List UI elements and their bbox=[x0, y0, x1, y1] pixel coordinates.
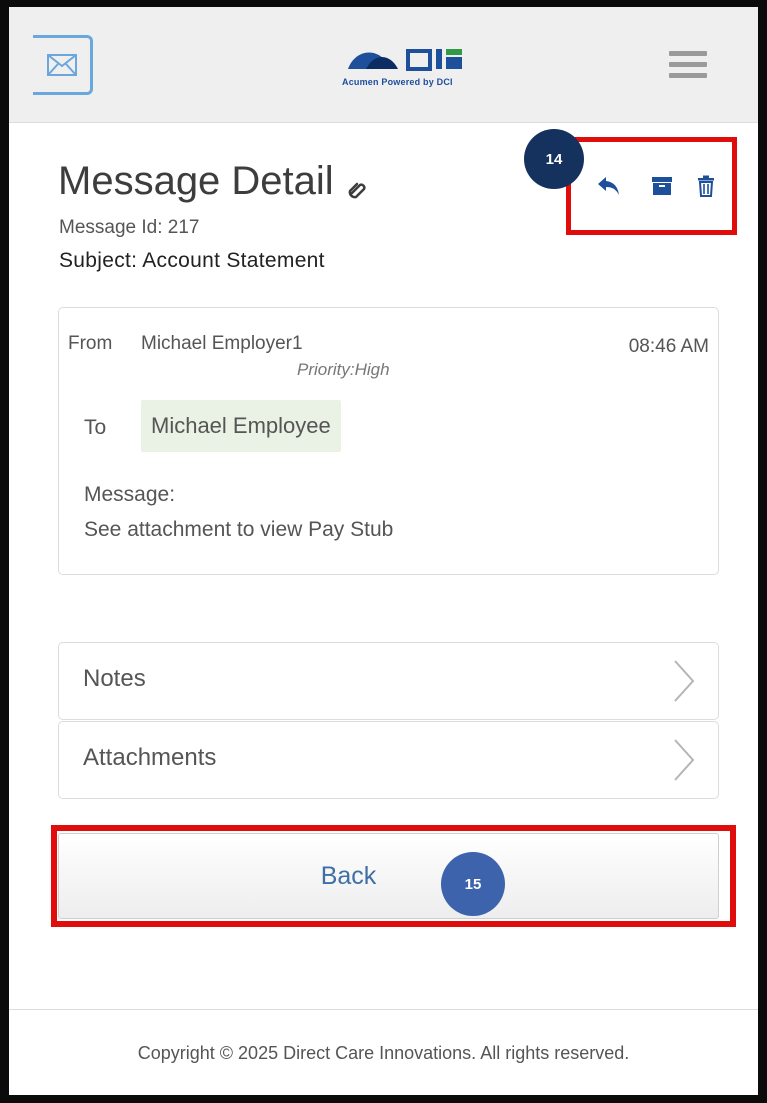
paperclip-icon bbox=[348, 182, 366, 199]
priority-label: Priority:High bbox=[297, 360, 390, 379]
phone-frame: Acumen Powered by DCI Message Detail Mes… bbox=[0, 0, 767, 1103]
hamburger-menu-icon[interactable] bbox=[669, 51, 707, 79]
to-label: To bbox=[84, 416, 107, 439]
step-badge-14: 14 bbox=[524, 129, 584, 189]
copyright-text: Copyright © 2025 Direct Care Innovations… bbox=[137, 1043, 630, 1063]
page-footer: Copyright © 2025 Direct Care Innovations… bbox=[9, 1009, 758, 1096]
attachments-label: Attachments bbox=[83, 744, 217, 771]
reply-icon[interactable] bbox=[596, 175, 622, 197]
logo-tagline: Acumen Powered by DCI bbox=[342, 77, 453, 87]
back-button-label: Back bbox=[320, 861, 377, 890]
recipient-chip: Michael Employee bbox=[141, 400, 341, 452]
logo-mark bbox=[348, 49, 462, 71]
from-name: Michael Employer1 bbox=[141, 333, 303, 354]
from-label: From bbox=[68, 333, 113, 354]
page-title: Message Detail bbox=[58, 159, 334, 203]
notes-row[interactable]: Notes bbox=[58, 642, 719, 720]
trash-icon[interactable] bbox=[696, 175, 716, 197]
chevron-right-icon bbox=[674, 739, 695, 781]
message-label: Message: bbox=[84, 483, 176, 506]
message-subject: Subject: Account Statement bbox=[59, 249, 325, 272]
app-header: Acumen Powered by DCI bbox=[9, 7, 758, 123]
company-logo[interactable]: Acumen Powered by DCI bbox=[342, 43, 482, 95]
message-card: From Michael Employer1 Priority:High 08:… bbox=[58, 307, 719, 575]
mail-button[interactable] bbox=[33, 35, 93, 95]
message-body: See attachment to view Pay Stub bbox=[84, 518, 394, 541]
message-time: 08:46 AM bbox=[628, 336, 709, 357]
message-id: Message Id: 217 bbox=[59, 217, 200, 238]
envelope-icon bbox=[46, 54, 77, 76]
archive-icon[interactable] bbox=[651, 175, 673, 197]
back-button[interactable]: Back bbox=[58, 833, 719, 919]
attachments-row[interactable]: Attachments bbox=[58, 721, 719, 799]
step-badge-15: 15 bbox=[441, 852, 505, 916]
notes-label: Notes bbox=[83, 665, 146, 692]
chevron-right-icon bbox=[674, 660, 695, 702]
